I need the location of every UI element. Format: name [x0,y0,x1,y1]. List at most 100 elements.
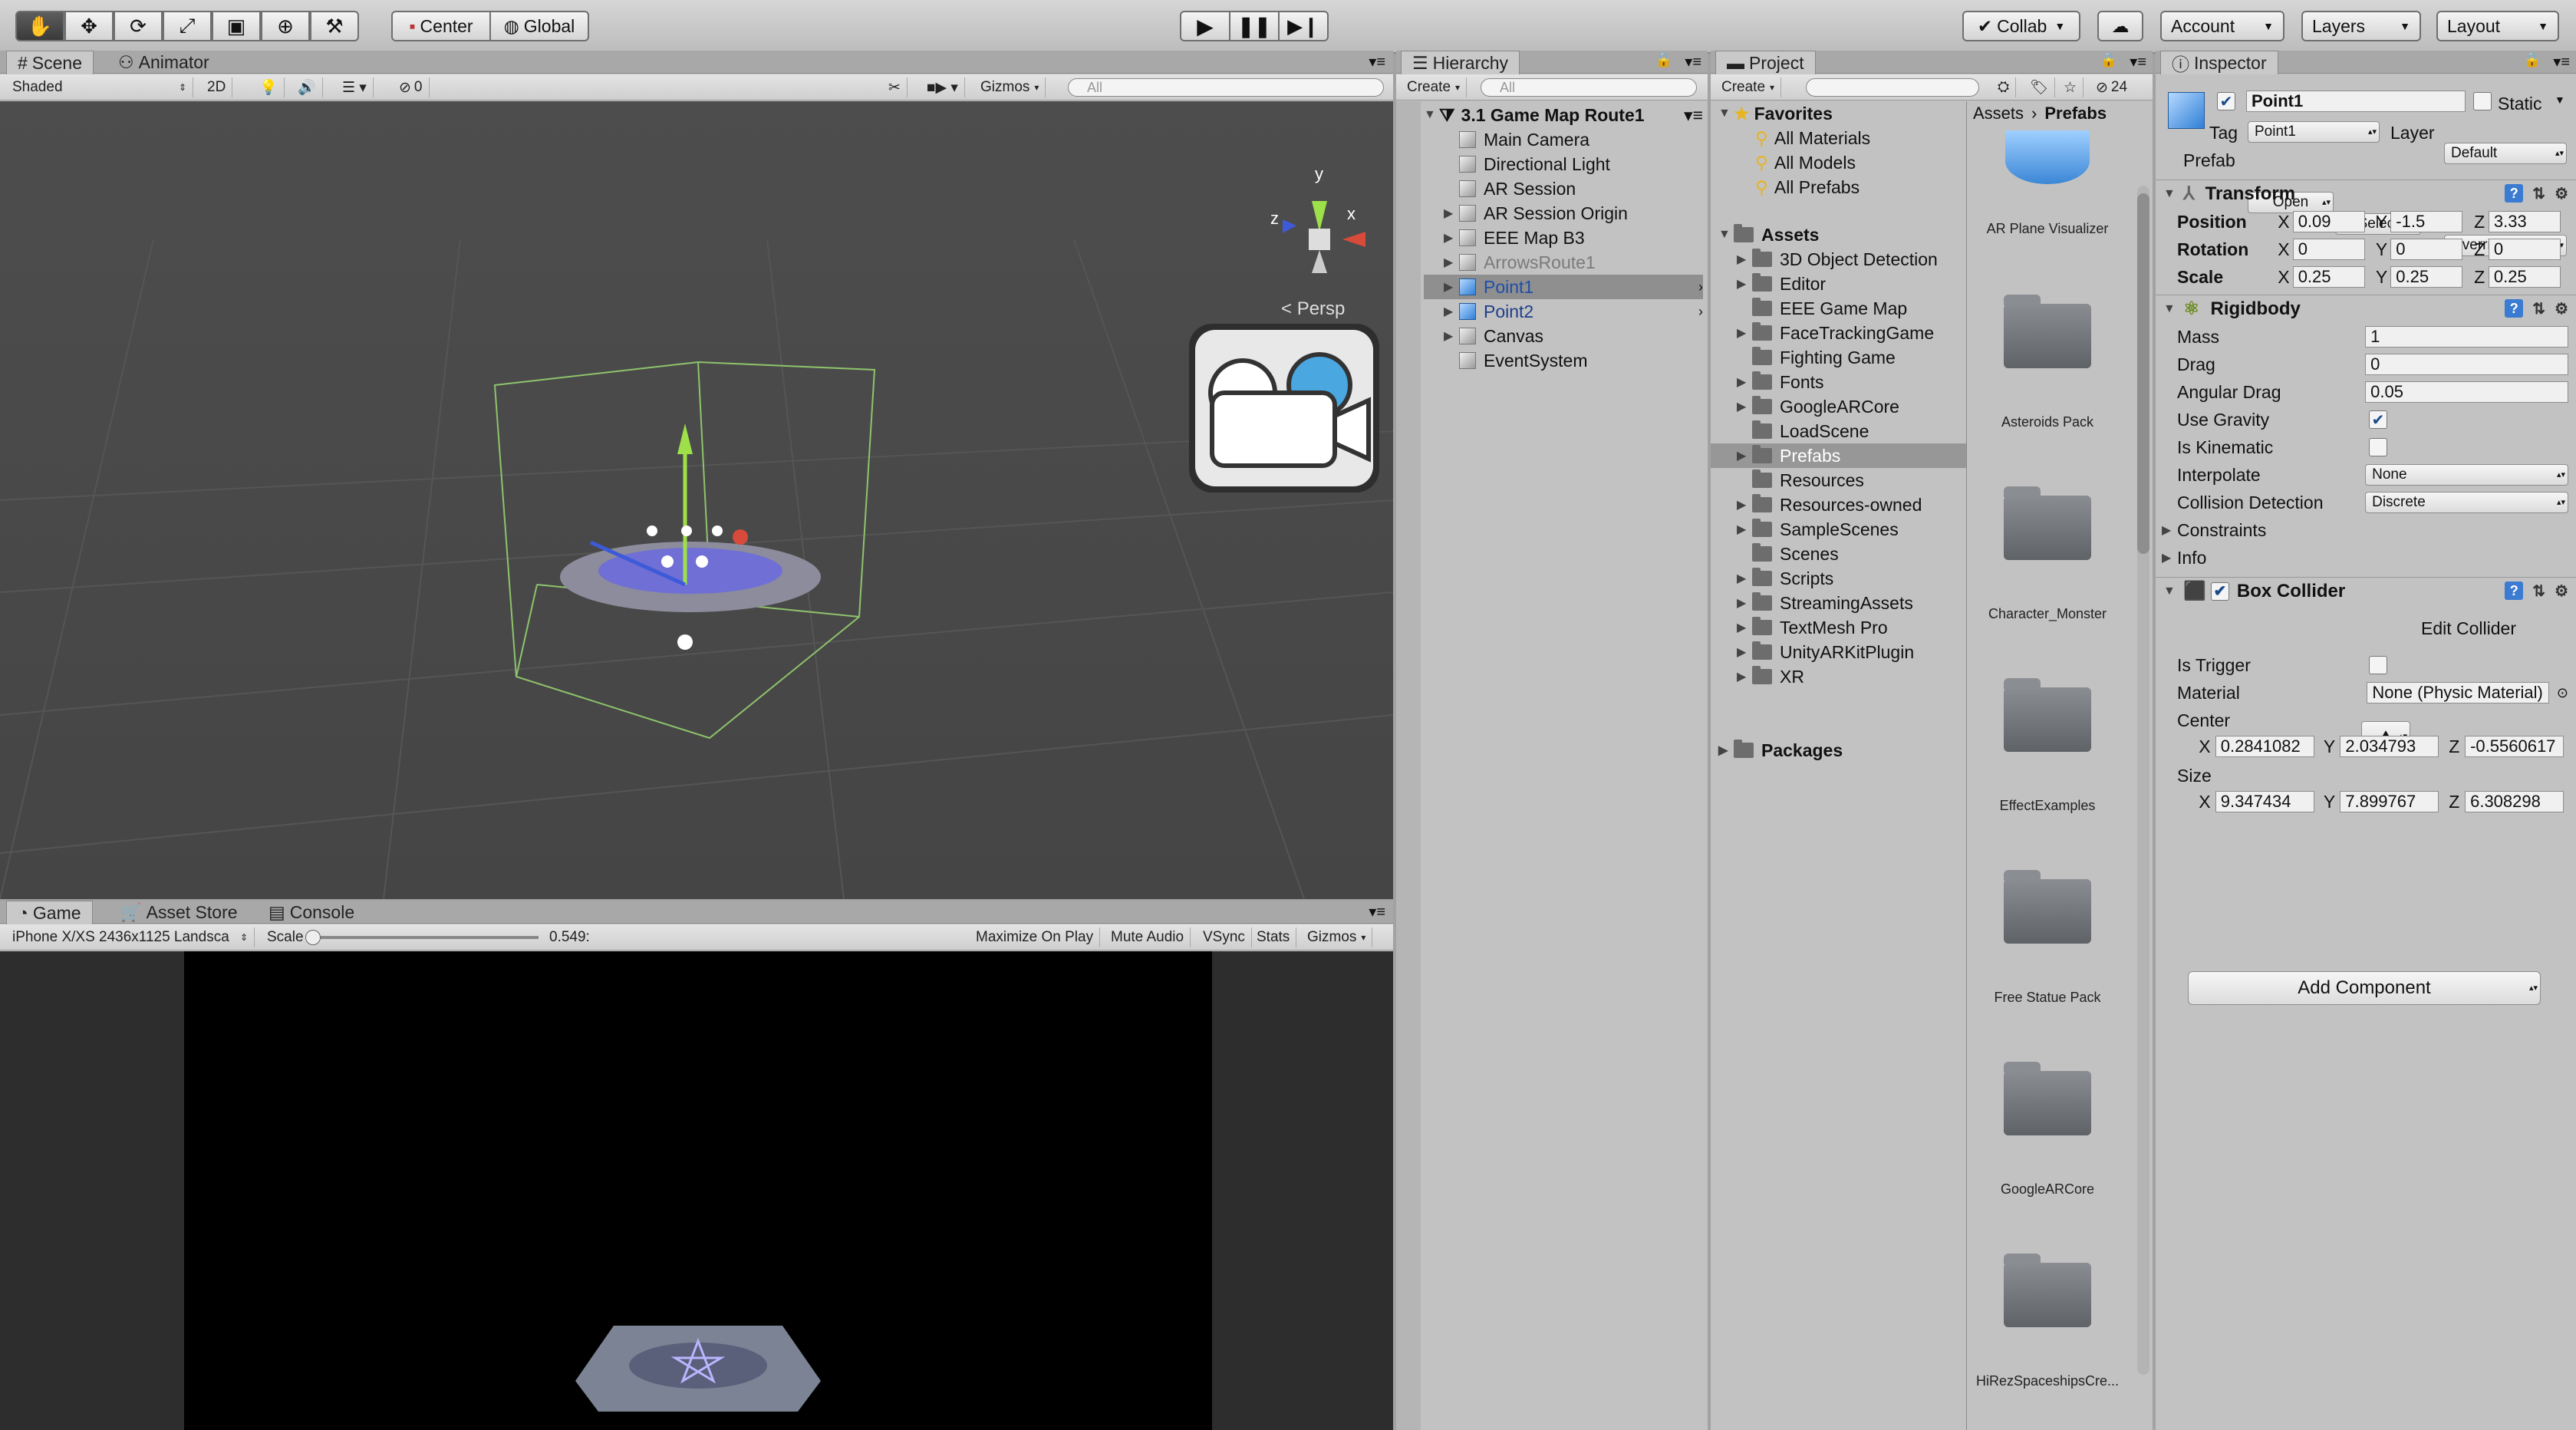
project-create-dropdown[interactable]: Create ▾ [1715,77,1782,97]
axis-y-label[interactable]: Y [2373,212,2390,232]
is-kinematic-checkbox[interactable] [2369,438,2387,456]
transform-tool-button[interactable]: ⊕ [261,11,310,41]
interpolate-dropdown[interactable]: None [2365,464,2568,486]
favorite-item[interactable]: ⚲ All Materials [1755,126,1870,150]
asset-folder-item[interactable]: ▶ XR [1711,664,1966,689]
axis-x-label[interactable]: X [2275,239,2292,260]
gear-icon[interactable]: ⚙ [2555,184,2568,203]
hierarchy-search-input[interactable]: All [1481,78,1697,97]
camera-dropdown[interactable]: ■▶ ▾ [921,77,965,97]
expand-arrow-icon[interactable]: ▶ [2162,522,2177,538]
material-field[interactable]: None (Physic Material) [2367,682,2549,703]
expand-arrow-icon[interactable]: ▶ [1737,448,1752,463]
asset-folder-item[interactable]: ▶ Scripts [1711,566,1966,591]
axis-z-label[interactable]: Z [2470,267,2488,288]
preset-icon[interactable]: ⇅ [2532,184,2545,203]
scale-tool-button[interactable]: ⤢ [163,11,212,41]
tab-hierarchy[interactable]: ☰ Hierarchy [1401,51,1520,74]
size-y-field[interactable]: 7.899767 [2340,791,2439,812]
game-viewport[interactable] [0,951,1393,1430]
expand-arrow-icon[interactable]: ▼ [2163,585,2179,598]
x-axis-handle[interactable] [733,529,748,545]
add-component-button[interactable]: Add Component [2188,971,2541,1005]
axis-x-label[interactable]: X [2275,212,2292,232]
asset-folder-item[interactable]: EEE Game Map [1711,296,1966,321]
axis-y-label[interactable]: Y [2319,792,2340,812]
angular-drag-field[interactable]: 0.05 [2365,381,2568,403]
open-prefab-arrow-icon[interactable]: › [1698,304,1703,320]
toggle-2d-button[interactable]: 2D [201,77,233,97]
hierarchy-item[interactable]: ▶ Point1 › [1424,275,1703,299]
rotation-x-field[interactable]: 0 [2292,239,2365,260]
asset-folder-item[interactable]: ▶ Resources-owned [1711,493,1966,517]
asset-folder-item[interactable]: ▶ GoogleARCore [1711,394,1966,419]
asset-folder-item[interactable]: ▶ Fonts [1711,370,1966,394]
favorite-item[interactable]: ⚲ All Models [1755,150,1856,175]
collision-detection-dropdown[interactable]: Discrete [2365,492,2568,513]
breadcrumb-prefabs[interactable]: Prefabs [2044,104,2107,124]
tab-console[interactable]: ▤ Console [258,901,365,924]
info-foldout[interactable]: ▶ Info [2162,545,2568,571]
gear-icon[interactable]: ⚙ [2555,299,2568,318]
active-checkbox[interactable]: ✔ [2217,92,2235,110]
axis-x-label[interactable]: X [2194,736,2215,757]
expand-arrow-icon[interactable]: ▼ [1718,228,1734,242]
center-x-field[interactable]: 0.2841082 [2215,736,2314,757]
scrollbar-thumb[interactable] [2137,193,2149,554]
size-x-field[interactable]: 9.347434 [2215,791,2314,812]
scene-menu-icon[interactable]: ▾≡ [1684,105,1703,126]
asset-folder-item[interactable]: Resources [1711,468,1966,493]
asset-tile[interactable]: GoogleARCore [1968,1062,2126,1198]
panel-menu-icon[interactable]: ▾≡ [1369,52,1385,71]
help-icon[interactable]: ? [2505,184,2524,203]
rotation-z-field[interactable]: 0 [2488,239,2561,260]
scale-y-field[interactable]: 0.25 [2390,266,2463,288]
asset-folder-item[interactable]: ▶ TextMesh Pro [1711,615,1966,640]
asset-folder-item[interactable]: ▶ Prefabs [1711,443,1966,468]
asset-folder-item[interactable]: ▶ Editor [1711,272,1966,296]
expand-arrow-icon[interactable]: ▶ [1737,374,1752,390]
expand-arrow-icon[interactable]: ▶ [1444,206,1459,221]
play-button[interactable]: ▶ [1180,11,1230,41]
lock-icon[interactable]: 🔒 [1655,52,1672,68]
asset-tile[interactable]: Asteroids Pack [1968,295,2126,430]
hierarchy-item[interactable]: EventSystem [1424,348,1703,373]
panel-menu-icon[interactable]: ▾≡ [2553,52,2570,71]
scale-slider-track[interactable] [308,936,539,939]
position-z-field[interactable]: 3.33 [2488,211,2561,232]
panel-menu-icon[interactable]: ▾≡ [1369,902,1385,921]
scene-viewport[interactable]: y x z < Persp [0,101,1393,899]
box-collider-header[interactable]: ▼ ⬛ ✔ Box Collider ? ⇅ ⚙ [2156,577,2576,605]
asset-folder-item[interactable]: LoadScene [1711,419,1966,443]
audio-toggle[interactable]: 🔊 [292,77,323,97]
mass-field[interactable]: 1 [2365,326,2568,348]
custom-tool-button[interactable]: ⚒ [310,11,359,41]
expand-arrow-icon[interactable]: ▶ [1737,620,1752,635]
asset-folder-item[interactable]: Fighting Game [1711,345,1966,370]
rigidbody-header[interactable]: ▼ ⚛ Rigidbody ? ⇅ ⚙ [2156,295,2576,322]
pause-button[interactable]: ❚❚ [1229,11,1280,41]
tab-inspector[interactable]: ⓘ Inspector [2160,51,2278,74]
expand-arrow-icon[interactable]: ▶ [1737,399,1752,414]
axis-z-label[interactable]: Z [2443,792,2465,812]
position-x-field[interactable]: 0.09 [2292,211,2365,232]
pivot-global-button[interactable]: ◍ Global [489,11,589,41]
cloud-button[interactable]: ☁ [2097,11,2143,41]
collab-dropdown[interactable]: ✔ Collab ▼ [1962,11,2080,41]
center-y-field[interactable]: 2.034793 [2340,736,2439,757]
panel-menu-icon[interactable]: ▾≡ [1685,52,1701,71]
axis-z-label[interactable]: Z [2470,212,2488,232]
expand-arrow-icon[interactable]: ▼ [1718,107,1734,120]
expand-arrow-icon[interactable]: ▶ [1737,497,1752,512]
is-trigger-checkbox[interactable] [2369,656,2387,674]
vsync-toggle[interactable]: VSync [1197,928,1252,947]
hierarchy-create-dropdown[interactable]: Create ▾ [1401,77,1468,97]
expand-arrow-icon[interactable]: ▶ [1737,595,1752,611]
asset-folder-item[interactable]: ▶ UnityARKitPlugin [1711,640,1966,664]
step-button[interactable]: ▶❙ [1278,11,1329,41]
expand-arrow-icon[interactable]: ▶ [1444,255,1459,270]
gizmos-dropdown[interactable]: Gizmos ▾ [974,77,1046,97]
asset-folder-item[interactable]: ▶ StreamingAssets [1711,591,1966,615]
axis-x-label[interactable]: X [2275,267,2292,288]
expand-arrow-icon[interactable]: ▼ [1424,108,1439,122]
